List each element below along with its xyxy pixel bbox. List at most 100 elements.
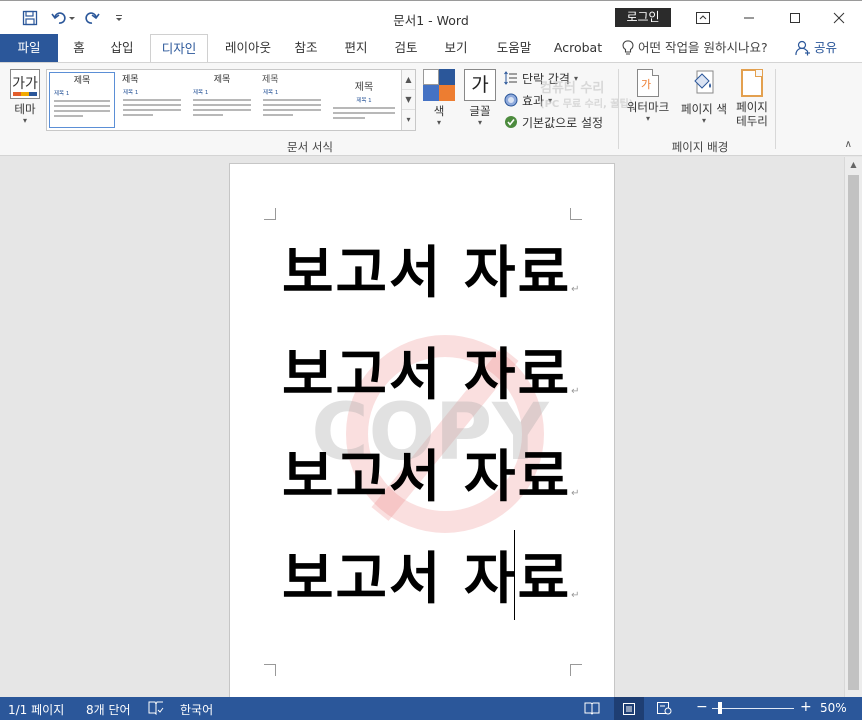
crop-mark	[264, 208, 276, 220]
watermark-button[interactable]: 가 워터마크 ▾	[624, 69, 672, 123]
read-mode-icon[interactable]	[584, 701, 600, 718]
style-thumb-heading: 제목 1	[54, 91, 70, 97]
themes-icon-text: 가가	[12, 76, 38, 92]
style-set-gallery[interactable]: 제목 제목 1 제목 제목 1 제목 제목 1 제목 제목 1 제목 제목 1 …	[46, 69, 416, 131]
paragraph-spacing-label: 단락 간격	[522, 71, 570, 86]
style-thumb-title: 제목	[262, 75, 279, 85]
style-thumb-heading: 제목 1	[123, 90, 139, 96]
document-line[interactable]: 보고서 자료↵	[282, 432, 582, 513]
maximize-icon[interactable]	[772, 1, 818, 35]
document-page[interactable]: COPY 보고서 자료↵ 보고서 자료↵ 보고서 자료↵ 보고서 자료↵	[229, 163, 615, 697]
gallery-scroll[interactable]: ▲ ▼ ▾	[401, 70, 415, 130]
save-icon[interactable]	[20, 8, 40, 28]
crop-mark	[570, 664, 582, 676]
tab-acrobat[interactable]: Acrobat	[550, 34, 606, 62]
tab-layout[interactable]: 레이아웃	[218, 34, 278, 62]
style-set-thumb[interactable]: 제목 제목 1	[259, 72, 325, 128]
tab-insert[interactable]: 삽입	[104, 34, 140, 62]
effects-icon	[504, 93, 518, 107]
colors-button[interactable]: 색 ▾	[422, 69, 456, 135]
web-layout-icon[interactable]	[656, 701, 672, 718]
group-label-page-background: 페이지 배경	[671, 140, 729, 154]
tab-review[interactable]: 검토	[388, 34, 424, 62]
group-label-document-format: 문서 서식	[287, 140, 333, 154]
effects-button[interactable]: 효과 ▾	[504, 91, 552, 109]
style-thumb-heading: 제목 1	[193, 90, 209, 96]
tab-references[interactable]: 참조	[288, 34, 324, 62]
page-color-label: 페이지 색	[681, 102, 727, 116]
tab-mailings[interactable]: 편지	[338, 34, 374, 62]
more-gallery-icon[interactable]: ▾	[402, 110, 415, 130]
paragraph-spacing-icon	[504, 71, 517, 85]
tab-file[interactable]: 파일	[0, 34, 58, 62]
ribbon-tabs: 파일 홈 삽입 디자인 레이아웃 참조 편지 검토 보기 도움말 Acrobat…	[0, 34, 862, 63]
print-layout-icon[interactable]	[614, 697, 644, 720]
tab-design[interactable]: 디자인	[150, 34, 208, 63]
chevron-down-icon[interactable]: ▼	[402, 90, 415, 110]
tell-me-label: 어떤 작업을 원하시나요?	[638, 40, 768, 55]
style-thumb-heading: 제목 1	[356, 98, 372, 104]
document-line[interactable]: 보고서 자료↵	[282, 330, 582, 411]
overlay-line-2: (PC 무료 수리, 꿀팁)	[540, 99, 634, 110]
paragraph-spacing-button[interactable]: 단락 간격 ▾	[504, 69, 578, 87]
style-thumb-title: 제목	[213, 75, 231, 85]
tab-help[interactable]: 도움말	[490, 34, 538, 62]
paint-bucket-icon	[694, 70, 714, 94]
crop-mark	[264, 664, 276, 676]
zoom-out-button[interactable]: −	[696, 699, 708, 715]
chevron-up-icon[interactable]: ▲	[402, 70, 415, 90]
colors-label: 색	[433, 104, 445, 118]
document-line[interactable]: 보고서 자료↵	[282, 228, 582, 309]
chevron-down-icon: ▾	[436, 118, 441, 127]
zoom-level[interactable]: 50%	[820, 701, 847, 715]
checkmark-icon	[505, 116, 517, 128]
themes-label: 테마	[14, 102, 36, 116]
customize-quick-access-icon[interactable]	[110, 8, 128, 28]
colors-icon	[423, 69, 455, 101]
collapse-ribbon-icon[interactable]: ∧	[845, 139, 852, 150]
share-label: 공유	[814, 40, 838, 55]
proofing-icon[interactable]	[148, 701, 164, 718]
chevron-down-icon: ▾	[548, 95, 553, 105]
page-color-button[interactable]: 페이지 색 ▾	[676, 69, 732, 125]
redo-icon[interactable]	[82, 8, 102, 28]
fonts-button[interactable]: 가 글꼴 ▾	[462, 69, 498, 135]
undo-icon[interactable]	[50, 8, 78, 28]
zoom-slider[interactable]	[712, 708, 794, 709]
login-button[interactable]: 로그인	[615, 8, 671, 27]
word-count[interactable]: 8개 단어	[86, 701, 131, 718]
share-button[interactable]: 공유	[795, 34, 837, 62]
document-area[interactable]: COPY 보고서 자료↵ 보고서 자료↵ 보고서 자료↵ 보고서 자료↵	[0, 157, 844, 697]
zoom-in-button[interactable]: +	[800, 699, 812, 715]
page-borders-label-1: 페이지	[736, 100, 768, 114]
ribbon-display-options-icon[interactable]	[680, 1, 726, 35]
status-bar: 1/1 페이지 8개 단어 한국어 − + 50%	[0, 697, 862, 720]
close-icon[interactable]	[816, 1, 862, 35]
tab-view[interactable]: 보기	[438, 34, 474, 62]
set-as-default-label: 기본값으로 설정	[522, 115, 604, 130]
style-set-thumb[interactable]: 제목 제목 1	[49, 72, 115, 128]
color-swatch	[423, 69, 439, 85]
style-set-thumb[interactable]: 제목 제목 1	[189, 72, 255, 128]
chevron-down-icon: ▾	[22, 116, 27, 125]
chevron-down-icon: ▾	[477, 118, 482, 127]
vertical-scrollbar[interactable]: ▲	[844, 157, 862, 697]
fonts-icon: 가	[464, 69, 496, 101]
style-set-thumb[interactable]: 제목 제목 1	[329, 72, 399, 128]
style-set-thumb[interactable]: 제목 제목 1	[119, 72, 185, 128]
lightbulb-icon	[622, 40, 634, 55]
scroll-up-icon[interactable]: ▲	[845, 157, 862, 173]
set-as-default-button[interactable]: 기본값으로 설정	[504, 113, 603, 131]
tell-me-search[interactable]: 어떤 작업을 원하시나요?	[622, 34, 768, 62]
minimize-icon[interactable]	[726, 1, 772, 35]
effects-label: 효과	[522, 93, 545, 108]
zoom-slider-handle[interactable]	[718, 702, 722, 714]
document-line[interactable]: 보고서 자료↵	[282, 534, 582, 615]
themes-button[interactable]: 가가 테마 ▾	[6, 69, 44, 135]
language-indicator[interactable]: 한국어	[180, 701, 213, 718]
tab-home[interactable]: 홈	[64, 34, 94, 62]
page-count[interactable]: 1/1 페이지	[8, 701, 64, 718]
page-borders-button[interactable]: 페이지 테두리	[732, 69, 772, 128]
page-borders-label-2: 테두리	[736, 114, 768, 128]
scrollbar-thumb[interactable]	[848, 175, 859, 690]
